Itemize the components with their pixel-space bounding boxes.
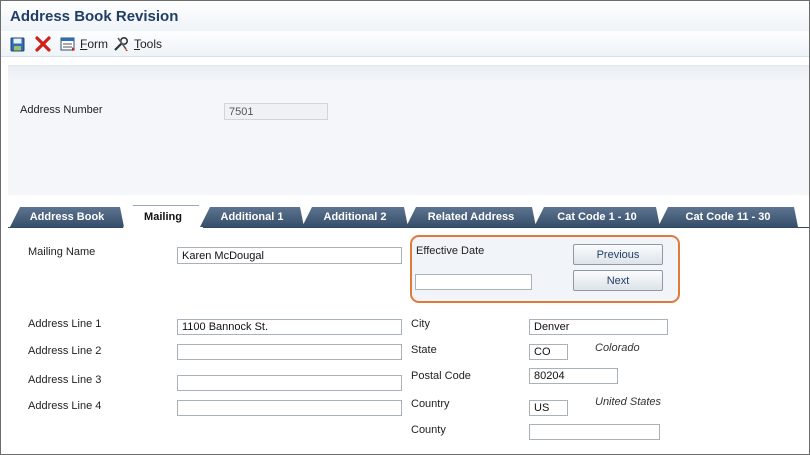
- state-input[interactable]: [529, 344, 568, 360]
- city-input[interactable]: [529, 319, 668, 335]
- effective-date-input[interactable]: [415, 274, 532, 290]
- mailing-tab-content: [8, 228, 809, 454]
- address-line-2-label: Address Line 2: [28, 345, 102, 357]
- form-icon: [60, 37, 75, 51]
- tab-address-book[interactable]: Address Book: [10, 207, 124, 227]
- county-label: County: [411, 424, 446, 436]
- country-input[interactable]: [529, 400, 568, 416]
- header-panel: [8, 65, 809, 195]
- tools-menu-label: Tools: [134, 37, 163, 51]
- effective-date-label: Effective Date: [416, 245, 485, 257]
- tab-cat-code-11-30[interactable]: Cat Code 11 - 30: [658, 207, 798, 227]
- address-line-3-label: Address Line 3: [28, 374, 102, 386]
- header-band: [8, 66, 809, 82]
- address-line-2-input[interactable]: [177, 344, 402, 360]
- page-title: Address Book Revision: [10, 8, 179, 25]
- previous-button[interactable]: Previous: [573, 244, 663, 265]
- address-line-4-input[interactable]: [177, 400, 402, 416]
- next-button[interactable]: Next: [573, 270, 663, 291]
- address-line-4-label: Address Line 4: [28, 400, 102, 412]
- address-line-3-input[interactable]: [177, 375, 402, 391]
- tab-related-address[interactable]: Related Address: [406, 207, 536, 227]
- address-book-revision-window: Address Book Revision Form Tools Address…: [0, 0, 810, 455]
- mailing-name-label: Mailing Name: [28, 246, 96, 258]
- state-label: State: [411, 344, 437, 356]
- county-input[interactable]: [529, 424, 660, 440]
- postal-code-label: Postal Code: [411, 370, 471, 382]
- toolbar: Form Tools: [1, 31, 809, 57]
- address-number-label: Address Number: [20, 104, 103, 116]
- tools-icon: [114, 36, 129, 51]
- mailing-name-input[interactable]: [177, 247, 402, 264]
- address-number-field: 7501: [224, 103, 328, 120]
- close-icon: [35, 36, 51, 52]
- save-button[interactable]: [10, 35, 25, 53]
- country-description: United States: [595, 396, 662, 408]
- address-line-1-label: Address Line 1: [28, 318, 102, 330]
- address-line-1-input[interactable]: [177, 319, 402, 335]
- cancel-button[interactable]: [35, 35, 51, 53]
- postal-code-input[interactable]: [529, 368, 618, 384]
- state-description: Colorado: [595, 342, 640, 354]
- tab-mailing[interactable]: Mailing: [123, 205, 203, 228]
- form-menu-label: Form: [80, 37, 109, 51]
- city-label: City: [411, 318, 430, 330]
- tab-additional-1[interactable]: Additional 1: [200, 207, 304, 227]
- save-icon: [10, 37, 25, 51]
- title-bar: Address Book Revision: [1, 1, 809, 31]
- tab-additional-2[interactable]: Additional 2: [302, 207, 408, 227]
- tab-strip: Address Book Mailing Additional 1 Additi…: [8, 204, 809, 228]
- tab-cat-code-1-10[interactable]: Cat Code 1 - 10: [534, 207, 660, 227]
- form-menu-button[interactable]: Form: [60, 35, 108, 53]
- country-label: Country: [411, 398, 450, 410]
- tools-menu-button[interactable]: Tools: [113, 35, 162, 53]
